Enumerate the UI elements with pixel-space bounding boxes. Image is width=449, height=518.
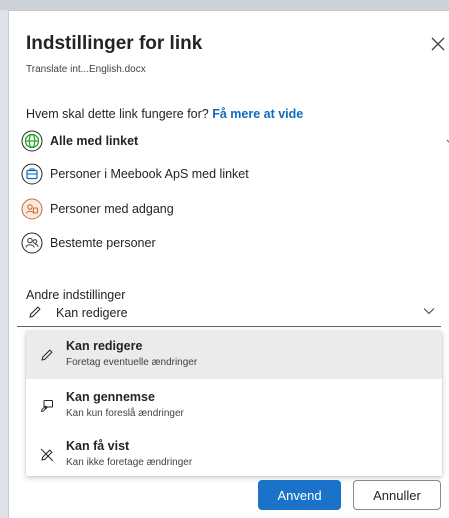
audience-option-specific-people[interactable]: Bestemte personer [19, 228, 444, 258]
apply-button[interactable]: Anvend [258, 480, 341, 510]
audience-option-anyone[interactable]: Alle med linket [19, 126, 449, 156]
audience-option-existing-access[interactable]: Personer med adgang [19, 194, 444, 224]
menu-item-title: Kan få vist [66, 439, 130, 453]
building-icon [21, 163, 43, 185]
menu-item-can-view[interactable]: Kan få vist Kan ikke foretage ændringer [26, 431, 442, 476]
pencil-icon [41, 349, 53, 361]
audience-question-text: Hvem skal dette link fungere for? [26, 107, 209, 121]
cancel-button[interactable]: Annuller [353, 480, 441, 510]
audience-question: Hvem skal dette link fungere for? Få mer… [26, 107, 303, 121]
dialog-title: Indstillinger for link [26, 33, 203, 54]
menu-item-description: Kan kun foreslå ændringer [66, 408, 184, 419]
backdrop-top-strip [0, 0, 449, 10]
people-icon [21, 232, 43, 254]
menu-item-description: Foretag eventuelle ændringer [66, 357, 198, 368]
globe-icon [21, 130, 43, 152]
review-icon [40, 400, 53, 413]
menu-item-title: Kan gennemse [66, 390, 155, 404]
audience-option-label: Alle med linket [50, 134, 139, 148]
pencil-icon [29, 306, 41, 318]
dialog-filename: Translate int...English.docx [26, 64, 146, 75]
audience-option-organization[interactable]: Personer i Meebook ApS med linket [19, 159, 444, 189]
chevron-down-icon [423, 308, 435, 315]
permission-dropdown[interactable]: Kan redigere [17, 297, 441, 327]
menu-item-description: Kan ikke foretage ændringer [66, 457, 193, 468]
learn-more-link[interactable]: Få mere at vide [212, 107, 303, 121]
menu-item-can-edit[interactable]: Kan redigere Foretag eventuelle ændringe… [26, 331, 442, 379]
close-icon[interactable] [429, 35, 447, 53]
menu-item-can-review[interactable]: Kan gennemse Kan kun foreslå ændringer [26, 382, 442, 430]
audience-option-label: Bestemte personer [50, 236, 156, 250]
no-edit-icon [40, 448, 54, 462]
audience-option-label: Personer med adgang [50, 202, 174, 216]
permission-menu: Kan redigere Foretag eventuelle ændringe… [26, 331, 442, 476]
menu-item-title: Kan redigere [66, 339, 143, 353]
permission-dropdown-value: Kan redigere [56, 306, 128, 320]
audience-option-label: Personer i Meebook ApS med linket [50, 167, 249, 181]
people-access-icon [21, 198, 43, 220]
